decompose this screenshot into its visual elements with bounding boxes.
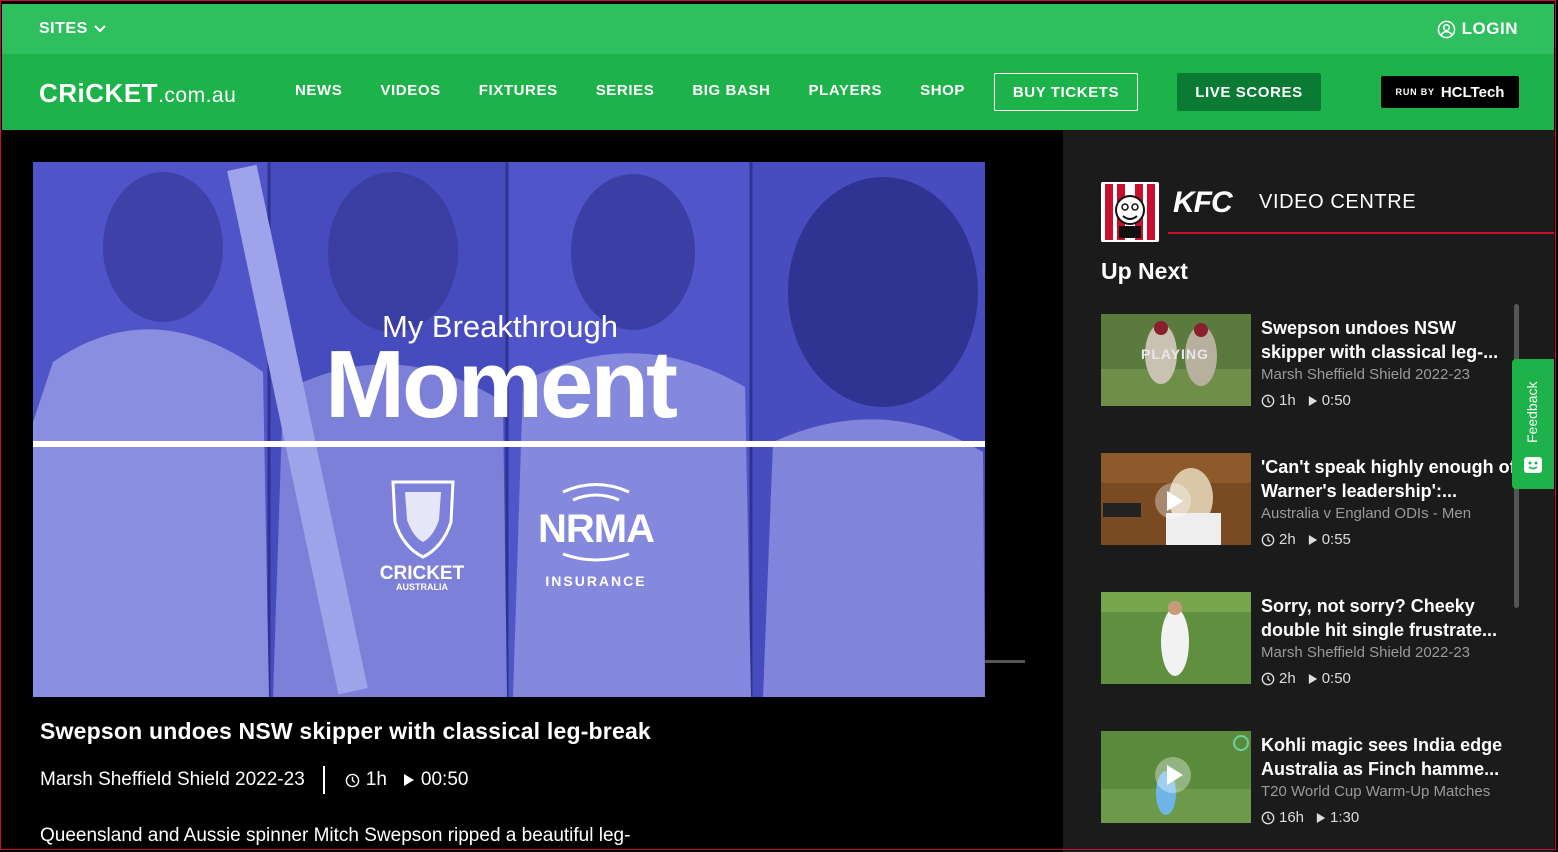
video-thumbnail — [1101, 592, 1251, 684]
svg-text:AUSTRALIA: AUSTRALIA — [396, 582, 448, 592]
video-centre-sidebar: KFC VIDEO CENTRE Up Next PLAYING Swepson… — [1063, 130, 1554, 852]
item-title: Sorry, not sorry? Cheeky double hit sing… — [1261, 596, 1498, 640]
svg-text:NRMA: NRMA — [538, 507, 654, 551]
video-thumbnail — [1101, 731, 1251, 823]
up-next-item[interactable]: PLAYING Swepson undoes NSW skipper with … — [1101, 314, 1521, 409]
clock-icon — [1261, 672, 1275, 685]
player-artwork: My Breakthrough Moment CRICKET AUSTRALIA… — [33, 162, 985, 697]
nav-news[interactable]: NEWS — [295, 82, 342, 99]
item-age: 1h — [1279, 392, 1296, 409]
item-series: Marsh Sheffield Shield 2022-23 — [1261, 366, 1471, 383]
item-meta: 1h 0:50 — [1261, 392, 1351, 409]
sponsor-name: HCLTech — [1440, 83, 1505, 101]
item-meta: 2h 0:55 — [1261, 531, 1351, 548]
play-icon — [1308, 673, 1317, 684]
feedback-label: Feedback — [1524, 381, 1540, 443]
logo-domain: .com.au — [158, 84, 237, 107]
clock-icon — [1261, 533, 1275, 546]
item-title: 'Can't speak highly enough of Warner's l… — [1261, 457, 1516, 501]
item-meta: 16h 1:30 — [1261, 809, 1359, 826]
video-thumbnail: PLAYING — [1101, 314, 1251, 406]
headline-big: Moment — [325, 331, 677, 438]
up-next-item[interactable]: 'Can't speak highly enough of Warner's l… — [1101, 453, 1521, 548]
chevron-down-icon — [94, 25, 106, 33]
buy-tickets-button[interactable]: BUY TICKETS — [994, 73, 1138, 111]
kfc-logo — [1101, 182, 1159, 242]
nav-shop[interactable]: SHOP — [920, 82, 965, 99]
item-title: Swepson undoes NSW skipper with classica… — [1261, 318, 1499, 362]
up-next-item[interactable]: Sorry, not sorry? Cheeky double hit sing… — [1101, 592, 1521, 687]
video-age-group: 1h — [345, 769, 387, 791]
item-series: Australia v England ODIs - Men — [1261, 505, 1472, 522]
video-description: Queensland and Aussie spinner Mitch Swep… — [40, 825, 631, 846]
login-label: LOGIN — [1461, 19, 1518, 38]
nav-big-bash[interactable]: BIG BASH — [692, 82, 770, 99]
play-icon — [1316, 812, 1326, 823]
header-divider — [1168, 232, 1554, 234]
item-duration: 1:30 — [1330, 809, 1360, 826]
nav-links: NEWS VIDEOS FIXTURES SERIES BIG BASH PLA… — [295, 82, 1003, 99]
video-thumbnail — [1101, 453, 1251, 545]
clock-icon — [1261, 811, 1275, 824]
play-icon — [1308, 395, 1317, 406]
item-duration: 0:50 — [1321, 392, 1351, 409]
item-age: 2h — [1279, 670, 1296, 687]
logo-main: CRiCKET — [39, 78, 159, 108]
clock-icon — [1261, 394, 1275, 407]
feedback-smile-icon — [1524, 457, 1542, 473]
user-icon — [1437, 20, 1455, 38]
top-bar: SITES LOGIN — [2, 4, 1554, 54]
video-duration: 00:50 — [420, 769, 469, 790]
kfc-colonel-icon — [1101, 182, 1159, 242]
item-series: T20 World Cup Warm-Up Matches — [1261, 783, 1491, 800]
clock-icon — [345, 773, 360, 787]
play-icon — [403, 774, 414, 786]
item-meta: 2h 0:50 — [1261, 670, 1351, 687]
sites-dropdown[interactable]: SITES — [39, 20, 106, 38]
video-age: 1h — [365, 769, 387, 790]
main-nav: CRiCKET.com.au NEWS VIDEOS FIXTURES SERI… — [2, 54, 1554, 130]
up-next-item[interactable]: Kohli magic sees India edge Australia as… — [1101, 731, 1521, 826]
item-series: Marsh Sheffield Shield 2022-23 — [1261, 644, 1471, 661]
seek-bar[interactable] — [985, 660, 1025, 663]
item-age: 2h — [1279, 531, 1296, 548]
live-scores-button[interactable]: LIVE SCORES — [1177, 73, 1321, 111]
kfc-brand: KFC — [1173, 186, 1233, 219]
item-title: Kohli magic sees India edge Australia as… — [1261, 735, 1503, 779]
login-link[interactable]: LOGIN — [1437, 19, 1518, 39]
nav-fixtures[interactable]: FIXTURES — [479, 82, 558, 99]
feedback-tab[interactable]: Feedback — [1512, 359, 1554, 489]
site-logo[interactable]: CRiCKET.com.au — [39, 78, 236, 109]
meta-divider — [322, 766, 325, 794]
sites-label: SITES — [39, 20, 88, 37]
svg-text:CRICKET: CRICKET — [380, 563, 465, 584]
video-centre-title: VIDEO CENTRE — [1259, 191, 1417, 213]
video-duration-group: 00:50 — [403, 769, 469, 791]
video-title: Swepson undoes NSW skipper with classica… — [40, 718, 651, 744]
item-duration: 0:55 — [1321, 531, 1351, 548]
sponsor-badge[interactable]: RUN BY HCLTech — [1381, 76, 1519, 108]
item-age: 16h — [1279, 809, 1305, 826]
item-duration: 0:50 — [1321, 670, 1351, 687]
nav-videos[interactable]: VIDEOS — [380, 82, 440, 99]
svg-text:INSURANCE: INSURANCE — [545, 573, 646, 589]
video-meta: Marsh Sheffield Shield 2022-23 1h 00:50 — [40, 766, 484, 794]
sponsor-run-label: RUN BY — [1395, 87, 1435, 97]
nav-players[interactable]: PLAYERS — [808, 82, 882, 99]
video-series: Marsh Sheffield Shield 2022-23 — [40, 769, 305, 790]
playing-label: PLAYING — [1141, 346, 1209, 362]
up-next-heading: Up Next — [1101, 258, 1188, 284]
play-icon — [1308, 534, 1317, 545]
video-player[interactable]: My Breakthrough Moment CRICKET AUSTRALIA… — [33, 162, 985, 697]
nav-series[interactable]: SERIES — [596, 82, 655, 99]
